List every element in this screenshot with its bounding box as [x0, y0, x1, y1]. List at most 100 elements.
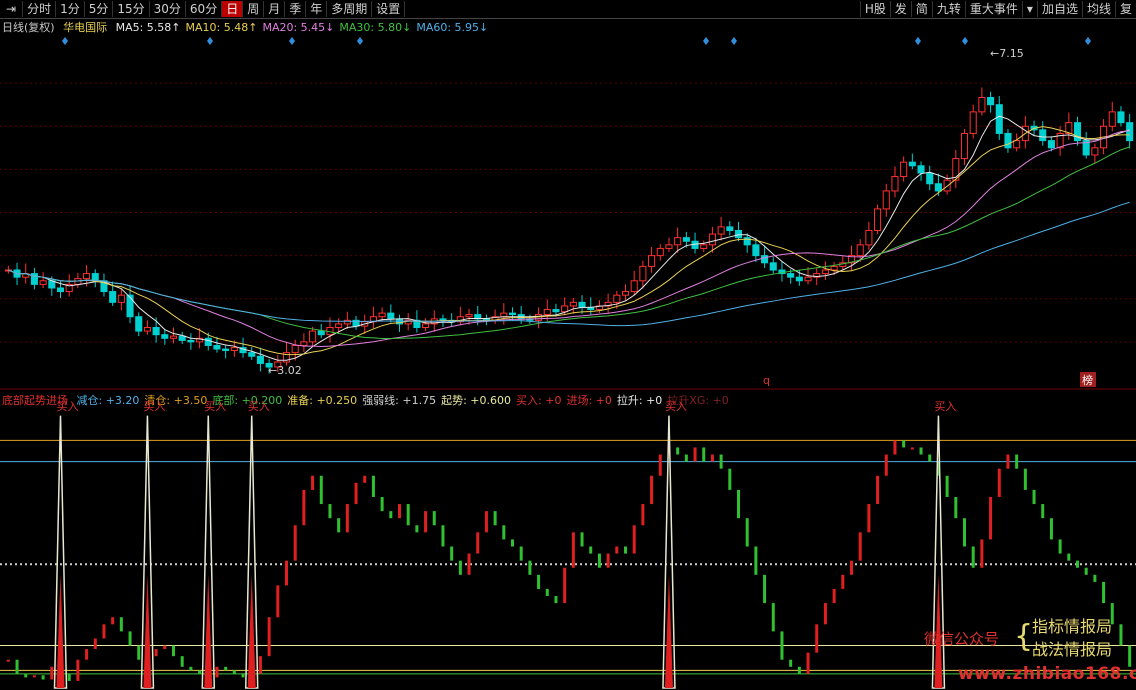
buy-spike-fill [143, 574, 152, 688]
indicator-bar [528, 560, 532, 575]
buy-label: 买入 [934, 400, 956, 413]
indicator-bar [85, 649, 89, 660]
high-label: ←7.15 [990, 47, 1024, 60]
indicator-bar [823, 603, 827, 625]
indicator-bar [180, 656, 184, 667]
candle-body [900, 161, 908, 178]
indicator-bar [50, 666, 54, 680]
candle-body [387, 312, 395, 320]
indicator-bar [728, 468, 732, 490]
indicator-bar [1076, 560, 1079, 568]
candle-body [178, 335, 186, 341]
indicator-bar [841, 574, 845, 589]
candle-body [248, 352, 256, 357]
candle-body [1117, 111, 1125, 124]
q-label: q [763, 374, 770, 387]
chart-canvas[interactable]: ←7.15 ←3.02 q 榜买入 买入 买入 买入 买入 买入 [0, 0, 1136, 690]
indicator-bar [763, 574, 767, 604]
candle-body [152, 327, 160, 336]
watermark-line2: 战法情报局 [1032, 640, 1113, 659]
indicator-bar [1023, 468, 1027, 490]
indicator-bar [832, 588, 836, 604]
indicator-bar [258, 656, 262, 674]
indicator-bar [32, 675, 36, 678]
candle-body [561, 305, 569, 313]
indicator-bar [737, 489, 740, 519]
candle-body [665, 244, 673, 249]
candle-body [335, 323, 343, 328]
candle-body [882, 190, 890, 210]
indicator-bar [850, 560, 853, 575]
candle-body [978, 97, 986, 113]
indicator-bar [111, 617, 115, 625]
candle-body [135, 316, 143, 332]
signal-diamond [962, 37, 968, 45]
candle-body [169, 335, 178, 339]
indicator-bar [189, 666, 193, 671]
indicator-bar [1041, 504, 1045, 519]
indicator-bar [858, 532, 862, 561]
candle-body [317, 330, 325, 336]
indicator-bar [980, 539, 984, 568]
indicator-bar [6, 659, 10, 662]
candle-body [1047, 140, 1055, 149]
candle-body [291, 344, 299, 354]
indicator-bar [641, 504, 645, 526]
watermark-wechat: 微信公众号 [924, 630, 1000, 648]
candle-body [821, 269, 829, 275]
indicator-bar [15, 659, 19, 674]
candle-body [222, 348, 230, 351]
candle-body [1091, 147, 1099, 156]
candle-body [569, 301, 577, 307]
indicator-bar [693, 447, 697, 462]
low-label: ←3.02 [268, 364, 302, 377]
indicator-bar [354, 482, 358, 505]
indicator-bar [632, 525, 636, 554]
candle-body [761, 255, 769, 264]
candle-body [769, 262, 777, 271]
candle-body [995, 104, 1003, 134]
candle-body [161, 334, 169, 339]
indicator-bar [676, 447, 680, 455]
candle-body [543, 309, 551, 316]
candle-body [309, 330, 317, 343]
signal-diamond [1085, 37, 1091, 45]
indicator-bar [563, 567, 567, 604]
indicator-bar [302, 489, 306, 526]
candle-body [630, 280, 638, 293]
indicator-bar [172, 645, 175, 657]
candle-body [578, 301, 586, 308]
candle-body [1013, 140, 1021, 149]
indicator-bar [902, 440, 906, 448]
indicator-bar [285, 560, 288, 586]
indicator-bar [371, 475, 375, 497]
indicator-bar [267, 617, 271, 657]
indicator-bar [467, 553, 471, 575]
candle-body [508, 312, 517, 316]
candle-body [39, 280, 47, 285]
candle-body [500, 312, 508, 318]
indicator-bar [615, 546, 619, 554]
candle-body [934, 183, 942, 192]
signal-diamond [731, 37, 737, 45]
indicator-bar [650, 475, 654, 505]
candle-body [56, 287, 65, 293]
candle-body [465, 314, 473, 318]
candle-body [908, 161, 916, 167]
indicator-bar [597, 553, 601, 568]
candle-body [682, 237, 690, 242]
indicator-bar [337, 518, 341, 533]
buy-spike-fill [247, 574, 256, 688]
indicator-bar [754, 546, 758, 575]
indicator-bar [684, 454, 688, 462]
indicator-bar [441, 525, 445, 547]
ma10-line [8, 126, 1130, 356]
indicator-bar [432, 511, 436, 526]
candle-body [830, 265, 838, 271]
indicator-bar [571, 532, 575, 568]
indicator-bar [450, 546, 454, 561]
indicator-bar [1119, 624, 1123, 646]
indicator-bar [67, 673, 71, 681]
brace-glyph: { [1014, 619, 1034, 654]
indicator-bar [363, 475, 367, 483]
